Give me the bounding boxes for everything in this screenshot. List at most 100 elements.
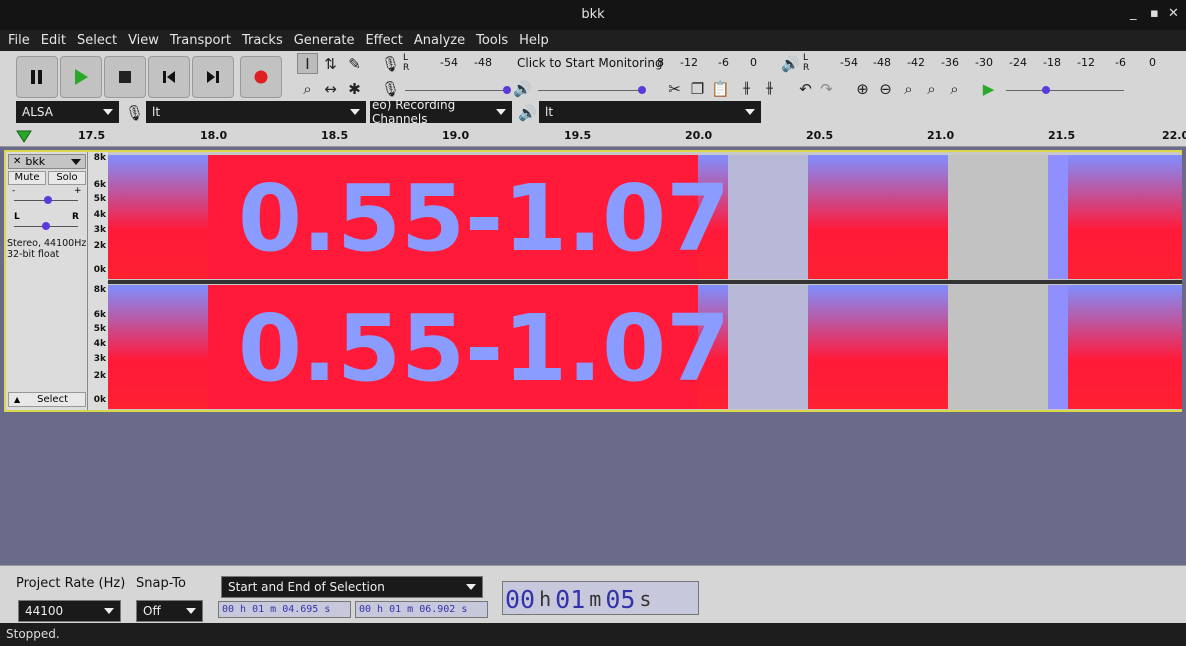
record-button[interactable]	[240, 56, 282, 98]
selection-start-time[interactable]: 00 h 01 m 04.695 s	[218, 601, 351, 618]
maximize-button[interactable]: ▪	[1150, 6, 1159, 21]
menu-generate[interactable]: Generate	[290, 33, 359, 48]
freq-label: 2k	[93, 371, 106, 381]
playback-meter[interactable]: -54 -48 -42 -36 -30 -24 -18 -12 -6 0	[813, 54, 1173, 74]
stop-button[interactable]	[104, 56, 146, 98]
freq-label: 6k	[93, 310, 106, 320]
recording-device-select[interactable]: lt	[146, 101, 366, 123]
track-menu-chevron-icon[interactable]	[71, 159, 81, 165]
menu-select[interactable]: Select	[73, 33, 121, 48]
solo-button[interactable]: Solo	[48, 171, 86, 185]
selection-tool-icon[interactable]: I	[297, 53, 318, 74]
play-icon	[75, 69, 88, 85]
draw-tool-icon[interactable]: ✎	[344, 53, 365, 74]
silence-icon[interactable]: ╫	[759, 78, 780, 99]
menu-transport[interactable]: Transport	[166, 33, 235, 48]
timeshift-tool-icon[interactable]: ↔	[320, 78, 341, 99]
menu-view[interactable]: View	[124, 33, 163, 48]
redo-icon[interactable]: ↷	[816, 78, 837, 99]
collapse-icon[interactable]: ▲	[9, 395, 25, 404]
play-speed-slider[interactable]	[1006, 90, 1124, 91]
close-button[interactable]: ✕	[1168, 6, 1179, 21]
multi-tool-icon[interactable]: ✱	[344, 78, 365, 99]
paste-icon[interactable]: 📋	[710, 78, 731, 99]
freq-label: 3k	[93, 354, 106, 364]
record-meter-prompt[interactable]: Click to Start Monitoring	[517, 56, 663, 70]
freq-label: 4k	[93, 339, 106, 349]
trim-icon[interactable]: ╫	[736, 78, 757, 99]
zoom-toggle-icon[interactable]: ⌕	[944, 78, 965, 99]
menu-tracks[interactable]: Tracks	[238, 33, 287, 48]
undo-icon[interactable]: ↶	[795, 78, 816, 99]
playback-device-select[interactable]: lt	[539, 101, 761, 123]
speaker-icon[interactable]: 🔊	[780, 53, 801, 74]
envelope-tool-icon[interactable]: ⇅	[320, 53, 341, 74]
output-volume-slider[interactable]	[538, 90, 642, 91]
menu-file[interactable]: File	[4, 33, 34, 48]
skip-end-button[interactable]	[192, 56, 234, 98]
timeline-ruler[interactable]: 17.5 18.0 18.5 19.0 19.5 20.0 20.5 21.0 …	[0, 125, 1186, 147]
menu-analyze[interactable]: Analyze	[410, 33, 469, 48]
audio-position-display[interactable]: 00 h 01 m 05 s	[502, 581, 699, 615]
rec-meter-tick: -6	[718, 56, 729, 69]
menu-edit[interactable]: Edit	[37, 33, 70, 48]
copy-icon[interactable]: ❐	[687, 78, 708, 99]
freq-label: 6k	[93, 180, 106, 190]
freq-label: 8k	[93, 285, 106, 295]
ruler-tick: 19.0	[442, 129, 470, 142]
input-volume-thumb[interactable]	[503, 86, 511, 94]
fit-project-icon[interactable]: ⌕	[921, 78, 942, 99]
track-name-bar[interactable]: ✕ bkk	[8, 154, 86, 169]
menu-help[interactable]: Help	[515, 33, 553, 48]
play-meter-tick: 0	[1149, 56, 1156, 69]
spectrogram-right-channel[interactable]: 0.55-1.07	[108, 285, 1182, 409]
select-track-button[interactable]: ▲ Select	[8, 392, 86, 407]
fit-selection-icon[interactable]: ⌕	[898, 78, 919, 99]
track-name[interactable]: bkk	[25, 155, 45, 168]
toolbar: I ⇅ ✎ ⌕ ↔ ✱ 🎙 L R -54 -48 Click to Start…	[0, 51, 1186, 126]
input-volume-slider[interactable]	[405, 90, 507, 91]
freq-label: 4k	[93, 210, 106, 220]
play-speed-thumb[interactable]	[1042, 86, 1050, 94]
cut-icon[interactable]: ✂	[664, 78, 685, 99]
zoom-out-icon[interactable]: ⊖	[875, 78, 896, 99]
pan-right-label: R	[72, 212, 79, 222]
microphone-icon[interactable]: 🎙	[380, 53, 401, 74]
spectrogram-right: 0.55-1.07	[108, 285, 1182, 409]
chevron-down-icon	[186, 608, 196, 614]
ruler-tick: 17.5	[78, 129, 106, 142]
spectrogram-left-channel[interactable]: 0.55-1.07	[108, 155, 1182, 279]
skip-start-button[interactable]	[148, 56, 190, 98]
play-meter-tick: -12	[1077, 56, 1095, 69]
mute-button[interactable]: Mute	[8, 171, 46, 185]
project-rate-select[interactable]: 44100	[18, 600, 121, 622]
play-meter-tick: -36	[941, 56, 959, 69]
menu-effect[interactable]: Effect	[361, 33, 406, 48]
play-at-speed-icon[interactable]: ▶	[978, 78, 999, 99]
play-button[interactable]	[60, 56, 102, 98]
title-bar: bkk _ ▪ ✕	[0, 0, 1186, 30]
track-control-panel[interactable]: ✕ bkk Mute Solo - + L R Stereo, 44100Hz …	[6, 152, 88, 410]
pause-icon	[31, 70, 42, 84]
minimize-button[interactable]: _	[1130, 6, 1137, 21]
track-info: Stereo, 44100Hz 32-bit float	[7, 238, 86, 260]
close-track-icon[interactable]: ✕	[9, 156, 25, 167]
zoom-in-icon[interactable]: ⊕	[852, 78, 873, 99]
snap-to-select[interactable]: Off	[136, 600, 203, 622]
position-seconds: 05	[605, 584, 636, 614]
selection-end-time[interactable]: 00 h 01 m 06.902 s	[355, 601, 488, 618]
freq-label: 0k	[93, 395, 106, 405]
zoom-tool-icon[interactable]: ⌕	[297, 78, 318, 99]
output-volume-thumb[interactable]	[638, 86, 646, 94]
gain-slider-thumb[interactable]	[44, 196, 52, 204]
recording-channels-select[interactable]: eo) Recording Channels	[370, 98, 512, 126]
pin-head-icon[interactable]	[16, 129, 32, 143]
pause-button[interactable]	[16, 56, 58, 98]
frequency-scale[interactable]: 8k 6k 5k 4k 3k 2k 0k 8k 6k 5k 4k 3k 2k 0…	[88, 152, 108, 410]
menu-tools[interactable]: Tools	[472, 33, 512, 48]
ruler-tick: 22.0	[1162, 129, 1186, 142]
audio-host-select[interactable]: ALSA	[16, 101, 119, 123]
track-format: Stereo, 44100Hz	[7, 238, 87, 249]
pan-slider-thumb[interactable]	[42, 222, 50, 230]
selection-mode-select[interactable]: Start and End of Selection	[221, 576, 483, 598]
